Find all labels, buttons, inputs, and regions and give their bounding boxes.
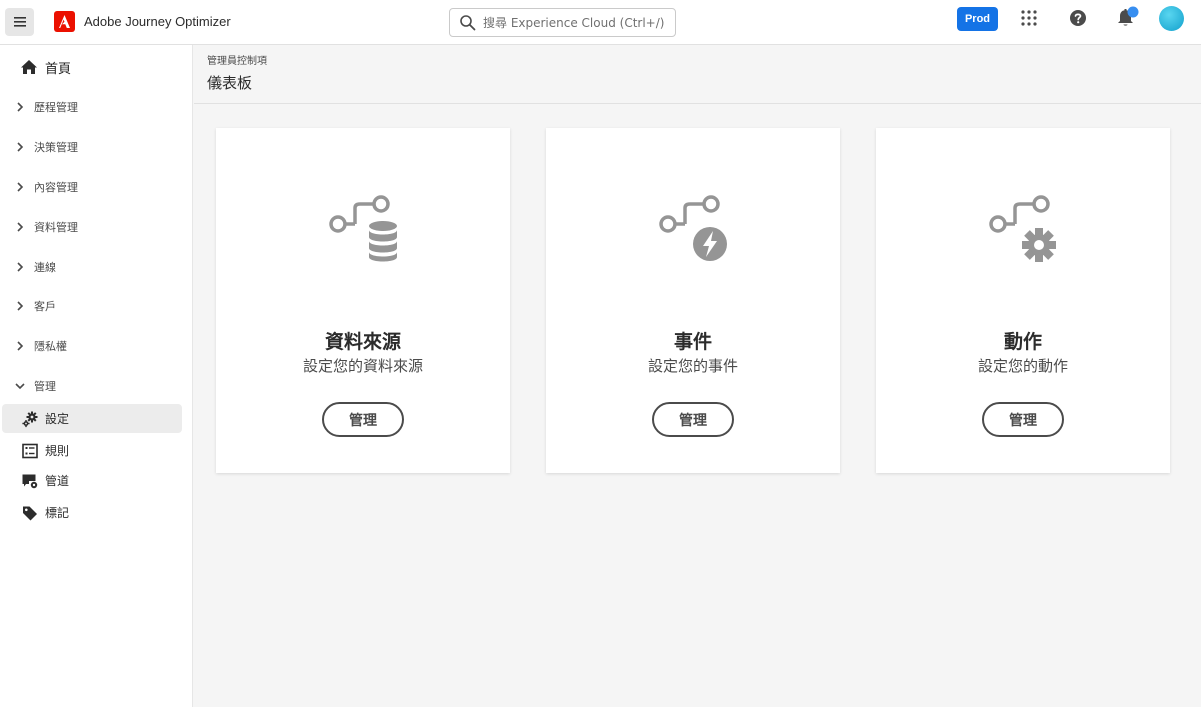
manage-data-sources-button[interactable]: 管理 [322, 402, 404, 437]
header-divider [194, 103, 1201, 104]
sidebar-section-content-management[interactable]: 內容管理 [0, 175, 193, 199]
search-input[interactable] [483, 13, 673, 33]
card-title: 事件 [673, 331, 712, 353]
search-icon [460, 15, 476, 31]
sidebar-section-connections[interactable]: 連線 [0, 255, 193, 279]
sidebar-section-label: 資料管理 [34, 221, 78, 234]
data-sources-card: 資料來源 設定您的資料來源 管理 [216, 128, 510, 473]
chevron-right-icon [17, 102, 24, 112]
sidebar-item-label: 標記 [45, 506, 70, 520]
sidebar-section-administration[interactable]: 管理 [0, 374, 193, 398]
sidebar-item-label: 管道 [45, 474, 70, 488]
notifications-bell-icon[interactable] [1115, 6, 1141, 30]
card-subtitle: 設定您的動作 [977, 357, 1068, 375]
event-icon [659, 195, 727, 261]
sidebar-item-label: 首頁 [45, 61, 72, 77]
sidebar-section-decision-management[interactable]: 決策管理 [0, 135, 193, 159]
sidebar-section-label: 隱私權 [34, 340, 67, 353]
hamburger-icon [13, 17, 26, 27]
sidebar-section-label: 管理 [34, 380, 56, 393]
chevron-right-icon [17, 341, 24, 351]
sidebar-item-label: 規則 [45, 444, 70, 458]
user-avatar[interactable] [1159, 6, 1184, 31]
chevron-right-icon [17, 222, 24, 232]
sidebar-section-label: 連線 [34, 261, 56, 274]
sidebar-section-privacy[interactable]: 隱私權 [0, 334, 193, 358]
gears-icon [22, 411, 38, 427]
sidebar-item-tags[interactable]: 標記 [2, 498, 182, 527]
sidebar-item-rules[interactable]: 規則 [2, 436, 182, 465]
breadcrumb[interactable]: 管理員控制項 [207, 52, 267, 67]
channel-icon [22, 474, 38, 488]
card-subtitle: 設定您的資料來源 [302, 357, 423, 375]
sidebar-section-data-management[interactable]: 資料管理 [0, 215, 193, 239]
manage-events-button[interactable]: 管理 [652, 402, 734, 437]
card-title: 資料來源 [324, 331, 401, 353]
manage-actions-button[interactable]: 管理 [982, 402, 1064, 437]
sidebar-section-customers[interactable]: 客戶 [0, 294, 193, 318]
sidebar: 首頁 歷程管理 決策管理 內容管理 資料管理 連線 客戶 隱私權 管理 設定 規… [0, 45, 193, 707]
chevron-down-icon [15, 383, 25, 390]
data-source-icon [329, 195, 397, 262]
chevron-right-icon [17, 262, 24, 272]
notification-dot [1127, 6, 1139, 18]
search-box[interactable] [449, 8, 676, 37]
page-title: 儀表板 [207, 74, 253, 92]
help-icon[interactable] [1069, 9, 1087, 27]
sidebar-item-configurations[interactable]: 設定 [2, 404, 182, 433]
action-icon [989, 195, 1056, 262]
events-card: 事件 設定您的事件 管理 [546, 128, 840, 473]
rules-icon [22, 443, 38, 458]
sidebar-item-home[interactable]: 首頁 [0, 55, 193, 79]
environment-button[interactable]: Prod [957, 7, 998, 31]
sidebar-section-label: 決策管理 [34, 141, 78, 154]
card-subtitle: 設定您的事件 [647, 357, 738, 375]
apps-grid-icon[interactable] [1020, 9, 1038, 27]
home-icon [21, 60, 37, 74]
top-bar: Adobe Journey Optimizer Prod [0, 0, 1201, 45]
sidebar-item-channels[interactable]: 管道 [2, 466, 182, 495]
chevron-right-icon [17, 142, 24, 152]
app-name: Adobe Journey Optimizer [84, 14, 231, 29]
sidebar-section-label: 歷程管理 [34, 101, 78, 114]
sidebar-section-journey-management[interactable]: 歷程管理 [0, 95, 193, 119]
chevron-right-icon [17, 301, 24, 311]
chevron-right-icon [17, 182, 24, 192]
sidebar-item-label: 設定 [45, 412, 70, 426]
sidebar-section-label: 客戶 [34, 300, 56, 313]
menu-toggle-button[interactable] [5, 8, 34, 36]
card-title: 動作 [1003, 331, 1042, 353]
adobe-logo[interactable] [54, 11, 75, 32]
sidebar-section-label: 內容管理 [34, 181, 78, 194]
actions-card: 動作 設定您的動作 管理 [876, 128, 1170, 473]
tag-icon [23, 506, 37, 520]
